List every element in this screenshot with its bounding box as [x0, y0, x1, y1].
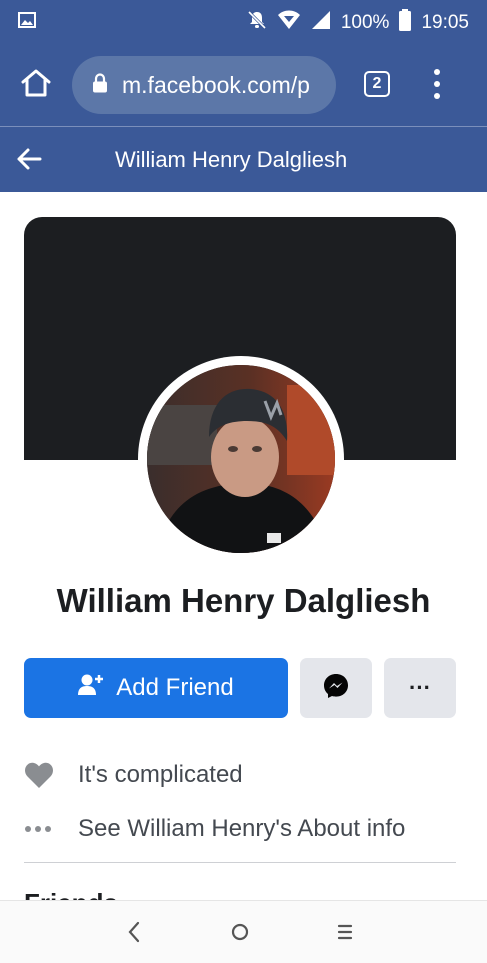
- battery-percent: 100%: [340, 12, 390, 33]
- messenger-icon: [323, 673, 349, 704]
- about-info-row[interactable]: See William Henry's About info: [24, 809, 464, 849]
- battery-icon: [399, 9, 412, 37]
- about-info-link[interactable]: See William Henry's About info: [78, 815, 405, 843]
- nav-recents-icon[interactable]: [336, 919, 354, 950]
- browser-menu-button[interactable]: [428, 69, 446, 99]
- section-divider: [24, 862, 456, 863]
- page-header: William Henry Dalgliesh: [0, 126, 487, 192]
- gallery-notification-icon: [18, 12, 36, 33]
- url-bar[interactable]: m.facebook.com/p: [72, 56, 336, 114]
- menu-dot-icon: [434, 93, 440, 99]
- tab-switcher-button[interactable]: 2: [364, 71, 390, 97]
- url-text: m.facebook.com/p: [122, 71, 310, 98]
- add-friend-label: Add Friend: [116, 674, 234, 701]
- clock: 19:05: [421, 12, 469, 33]
- system-navigation-bar: [0, 900, 487, 963]
- notifications-muted-icon: [247, 10, 267, 36]
- more-horizontal-icon: [24, 825, 78, 833]
- message-button[interactable]: [300, 658, 372, 718]
- lock-icon: [92, 72, 108, 99]
- menu-dot-icon: [434, 81, 440, 87]
- tab-count: 2: [372, 75, 382, 92]
- add-person-icon: [78, 673, 104, 704]
- heart-icon: [24, 761, 78, 789]
- menu-dot-icon: [434, 69, 440, 75]
- profile-picture[interactable]: [147, 365, 335, 553]
- page-title: William Henry Dalgliesh: [115, 147, 348, 172]
- nav-home-icon[interactable]: [230, 919, 250, 950]
- add-friend-button[interactable]: Add Friend: [24, 658, 288, 718]
- relationship-status: It's complicated: [78, 761, 243, 788]
- wifi-icon: [277, 10, 301, 36]
- nav-back-icon[interactable]: [126, 919, 142, 950]
- back-arrow-icon[interactable]: [16, 147, 42, 176]
- more-options-button[interactable]: ···: [384, 658, 456, 718]
- cell-signal-icon: [311, 10, 331, 36]
- profile-name: William Henry Dalgliesh: [56, 582, 431, 619]
- home-icon[interactable]: [20, 68, 52, 103]
- more-dots-label: ···: [409, 675, 431, 700]
- relationship-row: It's complicated: [24, 755, 464, 795]
- browser-toolbar: m.facebook.com/p 2: [0, 42, 487, 126]
- profile-picture-frame[interactable]: [138, 356, 344, 562]
- status-bar: 100% 19:05: [0, 0, 487, 42]
